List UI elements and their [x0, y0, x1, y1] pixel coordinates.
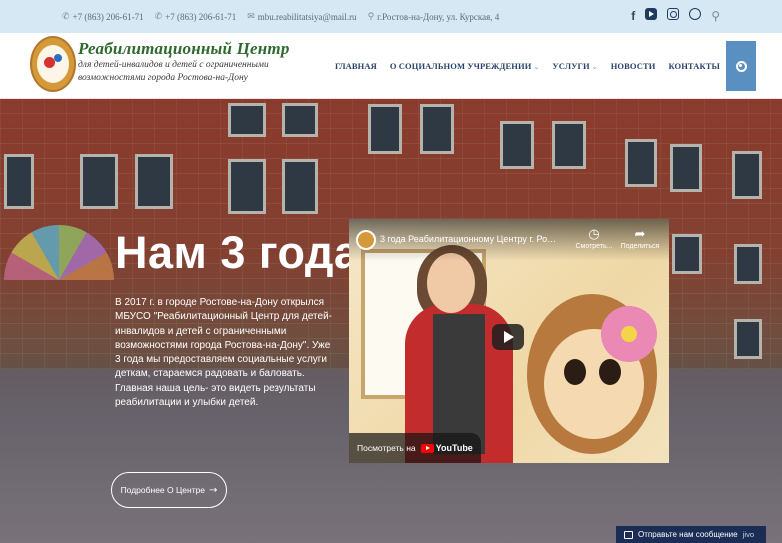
chevron-down-icon: ⌄ — [533, 63, 540, 71]
site-header: Реабилитационный Центр для детей-инвалид… — [0, 33, 782, 99]
email[interactable]: ✉ mbu.reabilitatsiya@mail.ru — [247, 12, 356, 22]
brand-title: Реабилитационный Центр — [78, 39, 290, 58]
chevron-down-icon: ⌄ — [591, 63, 598, 71]
hero-section: Нам 3 года! В 2017 г. в городе Ростове-н… — [0, 99, 782, 543]
video-thumb-bug-eye — [564, 359, 586, 385]
nav-about-label: О СОЦИАЛЬНОМ УЧРЕЖДЕНИИ — [389, 61, 532, 71]
phone-icon: ✆ — [62, 11, 70, 22]
share-icon: ➦ — [634, 227, 646, 242]
more-about-center-button[interactable]: Подробнее О Центре → — [111, 472, 227, 508]
search-icon[interactable]: ⚲ — [711, 9, 720, 23]
social-links: f ⚲ — [621, 8, 720, 23]
mail-icon: ✉ — [247, 11, 255, 22]
watch-on-label: Посмотреть на — [357, 443, 416, 453]
watch-later-button[interactable]: ◷ Смотреть... — [571, 227, 617, 250]
jivo-brand: jivo — [742, 530, 754, 539]
clock-icon: ◷ — [588, 227, 600, 242]
phone-1[interactable]: ✆ +7 (863) 206-61-71 — [62, 12, 144, 22]
brand[interactable]: Реабилитационный Центр для детей-инвалид… — [78, 39, 290, 85]
arrow-right-icon: → — [209, 484, 218, 496]
watch-later-label: Смотреть... — [575, 243, 613, 250]
facebook-icon[interactable]: f — [631, 9, 635, 23]
phone-2[interactable]: ✆ +7 (863) 206-61-71 — [155, 12, 237, 22]
phone-icon: ✆ — [154, 11, 163, 22]
video-thumb-flower — [599, 304, 659, 364]
message-icon — [624, 530, 633, 539]
video-thumb-girl-face — [427, 253, 475, 313]
video-title[interactable]: 3 года Реабилитационному Центру г. Росто… — [380, 234, 560, 244]
location-pin-icon: ⚲ — [367, 11, 375, 22]
chat-widget[interactable]: Отправьте нам сообщение jivo — [616, 526, 766, 543]
nav-home[interactable]: ГЛАВНАЯ — [335, 61, 377, 71]
youtube-play-icon — [420, 443, 434, 453]
whatsapp-icon[interactable] — [689, 8, 702, 23]
play-button[interactable] — [492, 324, 524, 350]
youtube-wordmark: YouTube — [435, 443, 473, 453]
chat-label: Отправьте нам сообщение — [638, 530, 738, 539]
logo[interactable] — [30, 36, 76, 92]
brand-subtitle-line-1: для детей-инвалидов и детей с ограниченн… — [78, 60, 269, 70]
main-nav: ГЛАВНАЯ О СОЦИАЛЬНОМ УЧРЕЖДЕНИИ ⌄ УСЛУГИ ⌄… — [322, 33, 720, 99]
share-button[interactable]: ➦ Поделиться — [617, 227, 663, 250]
eye-icon — [735, 60, 747, 72]
channel-avatar[interactable] — [356, 230, 376, 250]
youtube-logo: YouTube — [420, 443, 473, 453]
youtube-icon[interactable] — [645, 8, 658, 23]
nav-services[interactable]: УСЛУГИ ⌄ — [552, 61, 597, 71]
hero-description: В 2017 г. в городе Ростове-на-Дону откры… — [115, 297, 332, 409]
nav-news[interactable]: НОВОСТИ — [611, 61, 656, 71]
share-label: Поделиться — [620, 243, 660, 250]
more-button-label: Подробнее О Центре — [120, 485, 206, 495]
nav-services-label: УСЛУГИ — [552, 61, 590, 71]
phone-1-text[interactable]: +7 (863) 206-61-71 — [73, 12, 144, 22]
brand-subtitle-line-2: возможностями города Ростова-на-Дону — [78, 73, 248, 83]
youtube-video-embed[interactable]: 3 года Реабилитационному Центру г. Росто… — [349, 219, 669, 463]
watch-on-youtube-button[interactable]: Посмотреть на YouTube — [349, 433, 481, 463]
phone-2-text[interactable]: +7 (863) 206-61-71 — [165, 12, 236, 22]
accessibility-eye-button[interactable] — [726, 41, 756, 91]
top-bar: ✆ +7 (863) 206-61-71 ✆ +7 (863) 206-61-7… — [0, 0, 782, 33]
address-text: г.Ростов-на-Дону, ул. Курская, 4 — [377, 11, 500, 22]
video-thumb-bug-eye — [599, 359, 621, 385]
nav-contacts[interactable]: КОНТАКТЫ — [668, 61, 720, 71]
address: ⚲ г.Ростов-на-Дону, ул. Курская, 4 — [368, 12, 500, 22]
hero-title: Нам 3 года! — [115, 227, 375, 278]
nav-about[interactable]: О СОЦИАЛЬНОМ УЧРЕЖДЕНИИ ⌄ — [390, 61, 540, 71]
instagram-icon[interactable] — [667, 8, 680, 23]
email-text[interactable]: mbu.reabilitatsiya@mail.ru — [258, 12, 357, 22]
